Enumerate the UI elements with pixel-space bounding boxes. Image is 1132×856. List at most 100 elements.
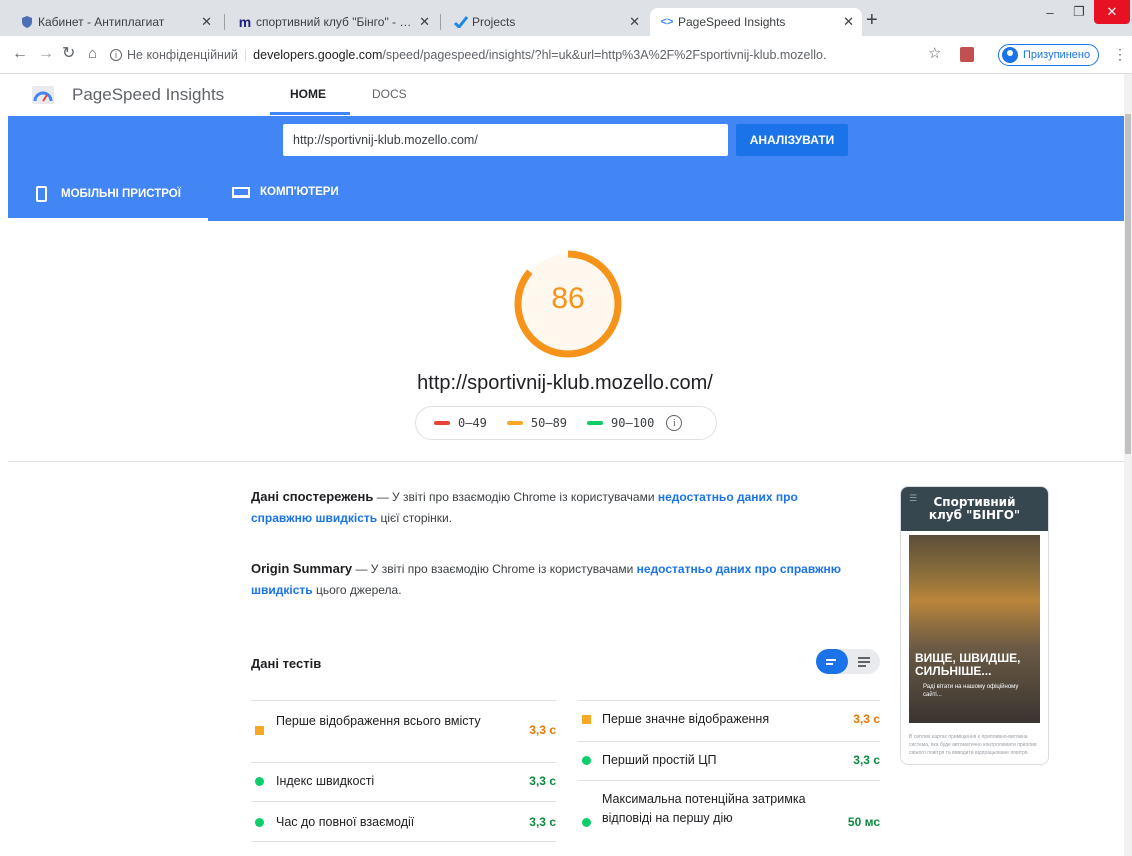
green-bar-icon [587, 421, 604, 425]
tab-desktop-label: КОМП'ЮТЕРИ [260, 186, 339, 198]
lab-data-title: Дані тестів [251, 656, 322, 671]
nav-home[interactable]: HOME [290, 87, 326, 101]
view-toggle[interactable] [816, 649, 880, 674]
browser-tab[interactable]: Кабинет - Антиплагиат ✕ [10, 8, 220, 36]
metric-divider [251, 841, 556, 842]
analyze-button[interactable]: АНАЛІЗУВАТИ [736, 124, 848, 156]
tab-desktop[interactable]: КОМП'ЮТЕРИ [232, 186, 339, 198]
pass-circle-icon [582, 756, 591, 765]
analyzed-url: http://sportivnij-klub.mozello.com/ [417, 372, 713, 394]
back-icon[interactable]: ← [12, 44, 28, 64]
url-path: /speed/pagespeed/insights/?hl=uk&url=htt… [382, 48, 828, 62]
legend-item-pass: 90–100 [587, 416, 654, 430]
forward-icon[interactable]: → [38, 44, 54, 64]
address-toolbar: ← → ↻ ⌂ i Не конфіденційний | developers… [0, 36, 1132, 74]
page-scrollbar[interactable] [1124, 74, 1132, 856]
metric-divider [578, 780, 880, 781]
pass-circle-icon [582, 818, 591, 827]
nav-active-indicator [270, 112, 350, 115]
bookmark-star-icon[interactable]: ☆ [928, 44, 941, 64]
close-tab-icon[interactable]: ✕ [201, 14, 212, 30]
reload-icon[interactable]: ↻ [62, 44, 75, 64]
home-icon[interactable]: ⌂ [88, 44, 97, 64]
page-header: PageSpeed Insights HOME DOCS [0, 74, 1124, 116]
red-bar-icon [434, 421, 450, 425]
metric-value: 50 мс [847, 815, 880, 829]
origin-summary-title: Origin Summary [251, 561, 353, 576]
scrollbar-thumb[interactable] [1125, 114, 1131, 454]
tab-title: Projects [472, 15, 516, 29]
shield-icon [20, 15, 34, 29]
metric-divider [578, 700, 880, 701]
legend-item-fail: 0–49 [434, 416, 487, 430]
close-tab-icon[interactable]: ✕ [419, 14, 430, 30]
thumbnail-subline: Раді вітати на нашому офіційному сайті..… [923, 684, 1019, 698]
metric-value: 3,3 с [529, 774, 556, 788]
tab-mobile-label: МОБІЛЬНІ ПРИСТРОЇ [61, 188, 181, 200]
brand-title: PageSpeed Insights [72, 85, 225, 104]
metric-divider [251, 700, 556, 701]
field-data-section: Дані спостережень — У звіті про взаємоді… [251, 486, 851, 529]
metric-value: 3,3 с [529, 815, 556, 829]
minimize-icon[interactable]: ‒ [1036, 0, 1064, 24]
address-bar[interactable]: i Не конфіденційний | developers.google.… [110, 41, 890, 69]
tab-title: спортивний клуб "Бінго" - Поча [256, 15, 414, 29]
tab-active-indicator [8, 218, 208, 221]
avatar [1002, 47, 1018, 63]
orange-bar-icon [506, 421, 523, 425]
info-icon[interactable]: i [110, 49, 122, 61]
browser-tab[interactable]: m спортивний клуб "Бінго" - Поча ✕ [228, 8, 438, 36]
url-input[interactable]: http://sportivnij-klub.mozello.com/ [283, 124, 728, 156]
pagespeed-logo [32, 86, 54, 104]
check-icon [454, 15, 468, 29]
field-data-text-end: цієї сторінки. [377, 511, 453, 525]
tab-title: Кабинет - Антиплагиат [38, 15, 165, 29]
metric-value: 3,3 с [529, 723, 556, 737]
thumbnail-header: ☰ Спортивний клуб "БІНГО" [901, 487, 1048, 531]
field-data-title: Дані спостережень [251, 489, 374, 504]
metric-name: Перше відображення всього вмісту [276, 714, 481, 728]
not-secure-label: Не конфіденційний [127, 48, 238, 62]
legend-label: 50–89 [530, 416, 568, 430]
info-icon[interactable]: i [666, 415, 683, 431]
detail-view-icon[interactable] [848, 649, 880, 674]
new-tab-icon[interactable]: + [866, 10, 878, 30]
nav-docs[interactable]: DOCS [372, 87, 407, 101]
origin-summary-section: Origin Summary — У звіті про взаємодію C… [251, 558, 851, 601]
close-tab-icon[interactable]: ✕ [629, 14, 640, 30]
menu-dots-icon[interactable]: ⋮ [1113, 44, 1127, 64]
origin-summary-text: — У звіті про взаємодію Chrome із корист… [352, 562, 637, 576]
profile-label: Призупинено [1023, 49, 1091, 61]
restore-icon[interactable]: ❐ [1066, 0, 1092, 24]
metric-divider [251, 762, 556, 763]
gym-photo: ВИЩЕ, ШВИДШЕ, СИЛЬНІШЕ... Раді вітати на… [909, 535, 1040, 723]
divider: | [243, 48, 248, 62]
list-view-icon[interactable] [816, 649, 848, 674]
legend-label: 0–49 [458, 416, 487, 430]
browser-tab-active[interactable]: <> PageSpeed Insights ✕ [650, 8, 862, 36]
tab-separator [224, 14, 225, 30]
tab-mobile[interactable]: МОБІЛЬНІ ПРИСТРОЇ [36, 186, 181, 202]
analysis-bar: http://sportivnij-klub.mozello.com/ АНАЛ… [8, 116, 1124, 221]
profile-button[interactable]: Призупинено [998, 44, 1100, 66]
close-tab-icon[interactable]: ✕ [843, 14, 854, 30]
tab-title: PageSpeed Insights [678, 15, 786, 29]
metric-name: Перше значне відображення [602, 712, 770, 726]
code-icon: <> [660, 16, 674, 28]
pass-circle-icon [255, 818, 264, 827]
average-square-icon [255, 726, 264, 735]
thumbnail-footer-text: В світлих картах приміщення є припливно-… [909, 734, 1037, 756]
metric-name: Максимальна потенційна затримка відповід… [602, 792, 806, 825]
field-data-text: — У звіті про взаємодію Chrome із корист… [373, 490, 658, 504]
extension-icon[interactable] [960, 47, 974, 62]
browser-tab[interactable]: Projects ✕ [444, 8, 648, 36]
close-window-icon[interactable]: ✕ [1094, 0, 1130, 24]
metric-name: Індекс швидкості [276, 774, 375, 788]
url-host: developers.google.com [253, 48, 383, 62]
score-legend: 0–49 50–89 90–100 i [415, 406, 717, 440]
metric-name: Перший простій ЦП [602, 753, 717, 767]
legend-item-average: 50–89 [506, 416, 568, 430]
metric-value: 3,3 с [853, 753, 880, 767]
tab-separator [440, 14, 441, 30]
average-square-icon [582, 715, 591, 724]
